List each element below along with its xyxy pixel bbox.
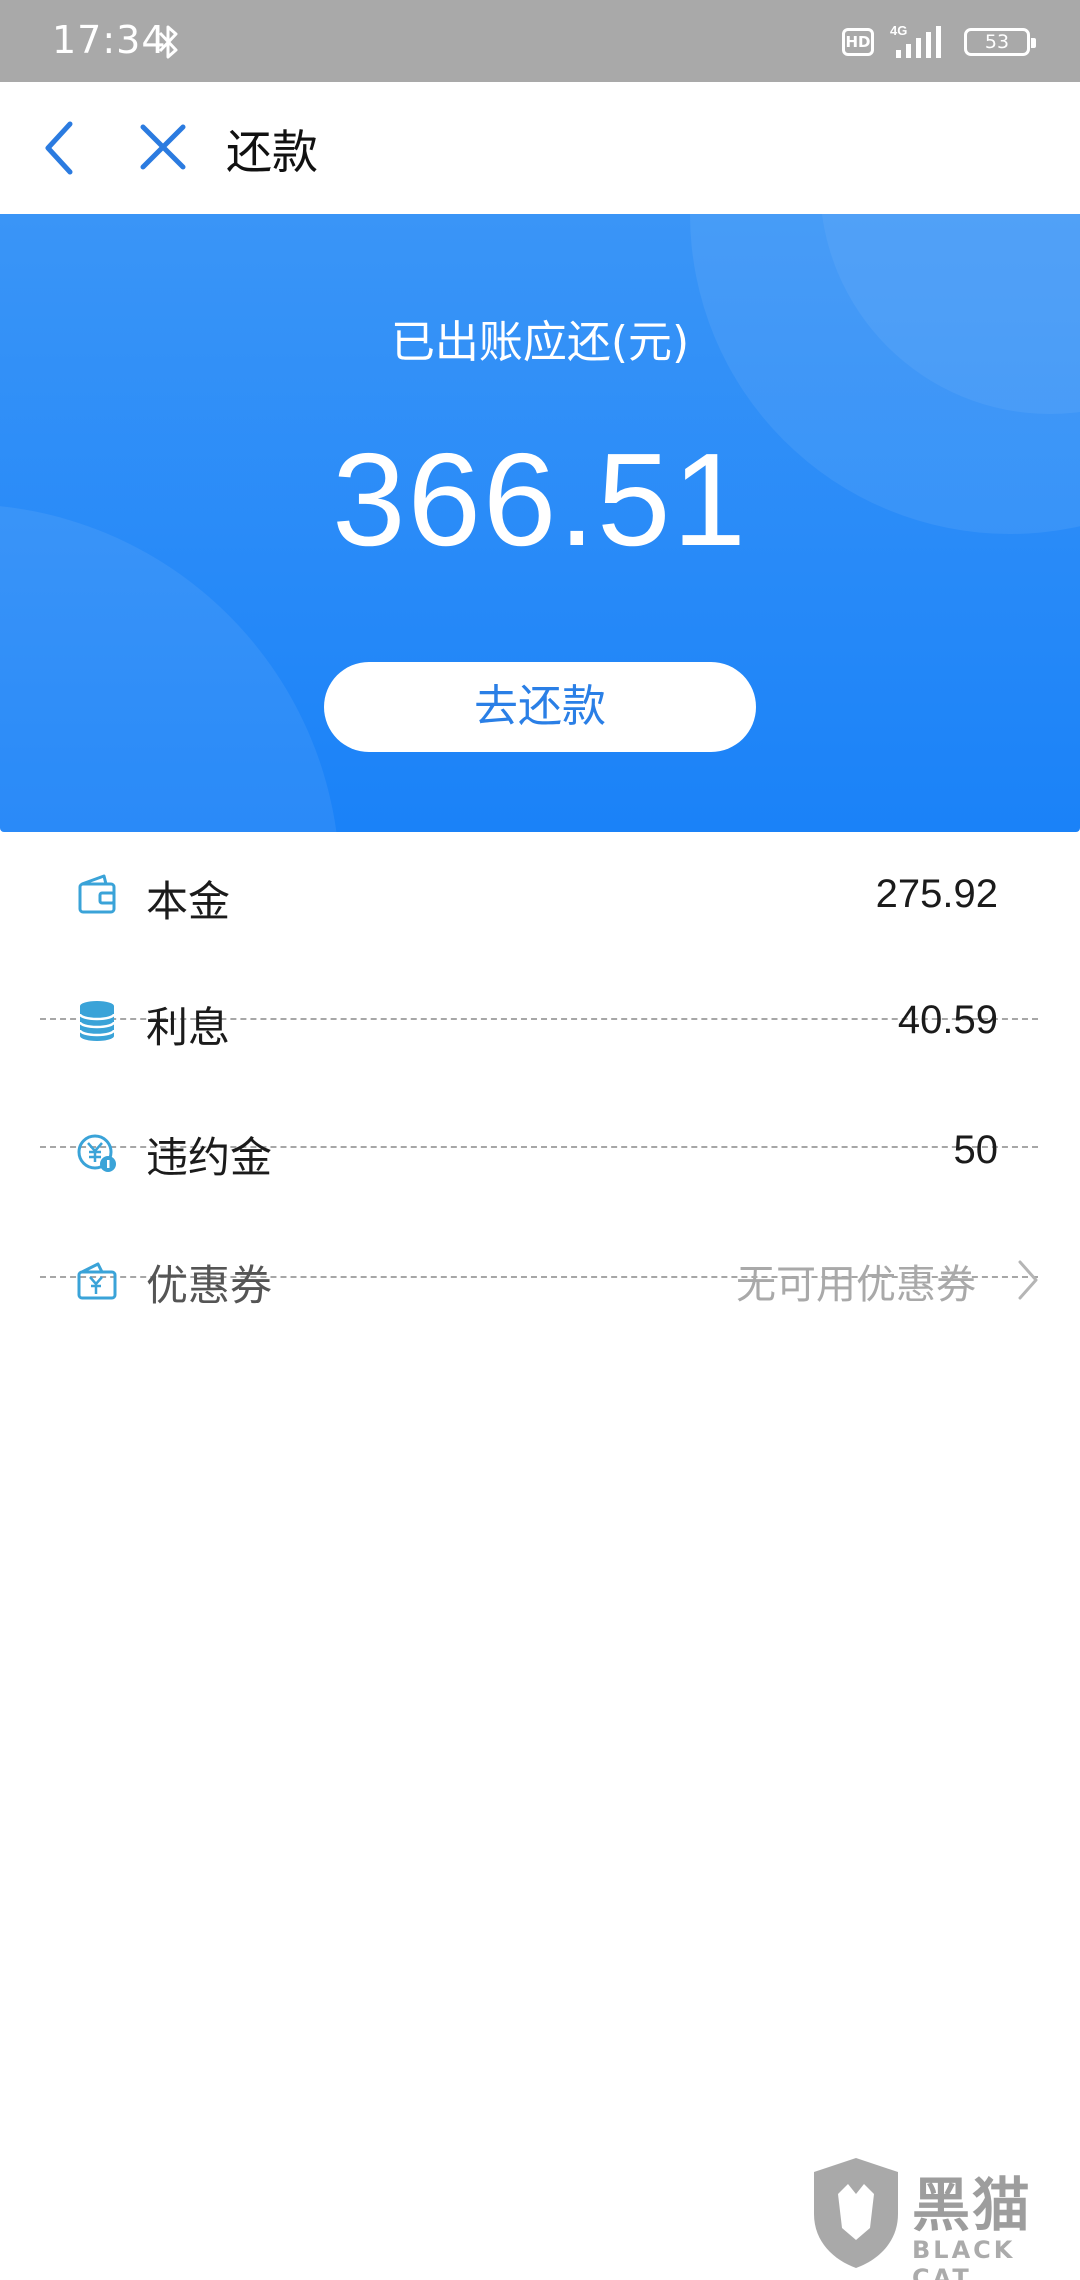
penalty-label: 违约金 <box>146 1133 273 1182</box>
principal-label: 本金 <box>146 877 231 926</box>
list-item-penalty: 违约金 50 <box>0 1088 1080 1216</box>
interest-label: 利息 <box>146 1003 231 1052</box>
wallet-icon <box>78 874 116 914</box>
repay-button[interactable]: 去还款 <box>324 662 756 752</box>
watermark-title: 黑猫 <box>912 2171 1033 2239</box>
network-label: 4G <box>890 23 907 38</box>
back-icon[interactable] <box>40 120 80 176</box>
coupon-value: 无可用优惠券 <box>736 1262 976 1308</box>
coins-stack-icon <box>78 1001 116 1041</box>
list-item-principal: 本金 275.92 <box>0 832 1080 960</box>
list-item-coupon[interactable]: 优惠券 无可用优惠券 <box>0 1216 1080 1344</box>
interest-value: 40.59 <box>897 998 998 1042</box>
amount-due-value: 366.51 <box>332 426 748 573</box>
watermark-logo: 黑猫 BLACK CAT <box>800 2150 1080 2280</box>
penalty-value: 50 <box>953 1128 999 1172</box>
page-title: 还款 <box>226 125 318 179</box>
battery-icon: 53 <box>964 28 1036 56</box>
hd-badge: HD <box>842 28 874 56</box>
signal-icon: 4G <box>890 23 941 58</box>
status-time: 17:34 <box>52 18 167 62</box>
close-icon[interactable] <box>138 122 188 172</box>
repayment-summary-card: 已出账应还(元) 366.51 去还款 <box>0 214 1080 832</box>
list-item-interest: 利息 40.59 <box>0 958 1080 1086</box>
watermark-subtitle: BLACK CAT <box>912 2236 1016 2280</box>
chevron-right-icon <box>1018 1260 1038 1300</box>
bluetooth-icon <box>158 25 178 59</box>
amount-due-label: 已出账应还(元) <box>390 317 690 368</box>
cat-shield-icon <box>814 2158 898 2268</box>
yuan-penalty-icon <box>77 1134 116 1172</box>
principal-value: 275.92 <box>875 872 998 916</box>
coupon-label: 优惠券 <box>146 1261 273 1310</box>
nav-bar: 还款 <box>0 82 1080 212</box>
coupon-wallet-icon <box>77 1262 117 1300</box>
status-bar: 17:34 HD 4G 53 <box>0 0 1080 82</box>
